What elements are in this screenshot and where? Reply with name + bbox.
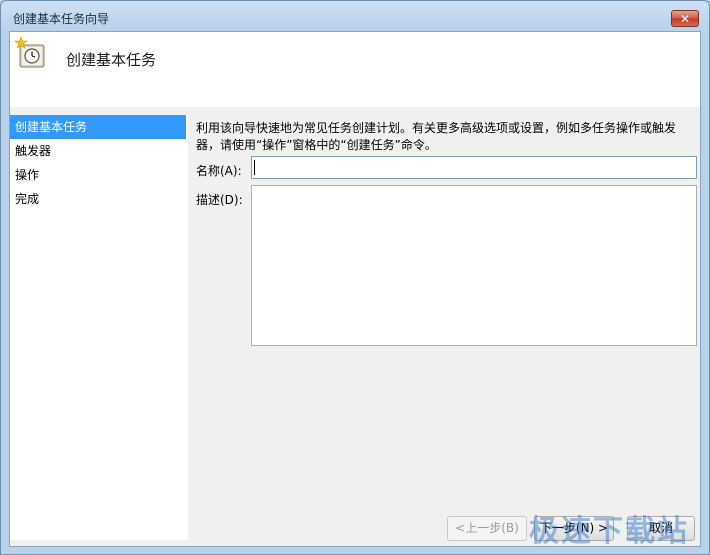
- wizard-step-list: 创建基本任务 触发器 操作 完成: [10, 115, 188, 540]
- page-title: 创建基本任务: [66, 51, 157, 69]
- task-scheduler-clock-icon: [14, 36, 45, 68]
- step-action[interactable]: 操作: [10, 163, 188, 187]
- window-title: 创建基本任务向导: [13, 12, 110, 26]
- title-bar[interactable]: 创建基本任务向导 ✕: [1, 1, 709, 31]
- description-textarea[interactable]: [251, 185, 697, 346]
- back-button[interactable]: <上一步(B): [447, 516, 527, 541]
- wizard-header: 创建基本任务: [10, 32, 700, 107]
- wizard-description: 利用该向导快速地为常见任务创建计划。有关更多高级选项或设置，例如多任务操作或触发…: [196, 121, 677, 152]
- name-label: 名称(A):: [196, 164, 242, 178]
- text-caret: [254, 160, 255, 175]
- close-icon: ✕: [679, 12, 691, 26]
- step-finish[interactable]: 完成: [10, 187, 188, 211]
- step-trigger[interactable]: 触发器: [10, 139, 188, 163]
- watermark-logo: 极速下载站: [529, 514, 689, 549]
- name-input[interactable]: [251, 156, 697, 179]
- step-create-basic-task[interactable]: 创建基本任务: [10, 115, 186, 139]
- close-button[interactable]: ✕: [671, 10, 699, 27]
- description-label: 描述(D):: [196, 193, 243, 207]
- wizard-client-area: 创建基本任务 创建基本任务 触发器 操作 完成 利用该向导快速地为常见任务创建计…: [9, 31, 701, 547]
- wizard-window: 创建基本任务向导 ✕ 创建基本任务 创建基本任务 触发器 操作 完成 利用该向导…: [0, 0, 710, 555]
